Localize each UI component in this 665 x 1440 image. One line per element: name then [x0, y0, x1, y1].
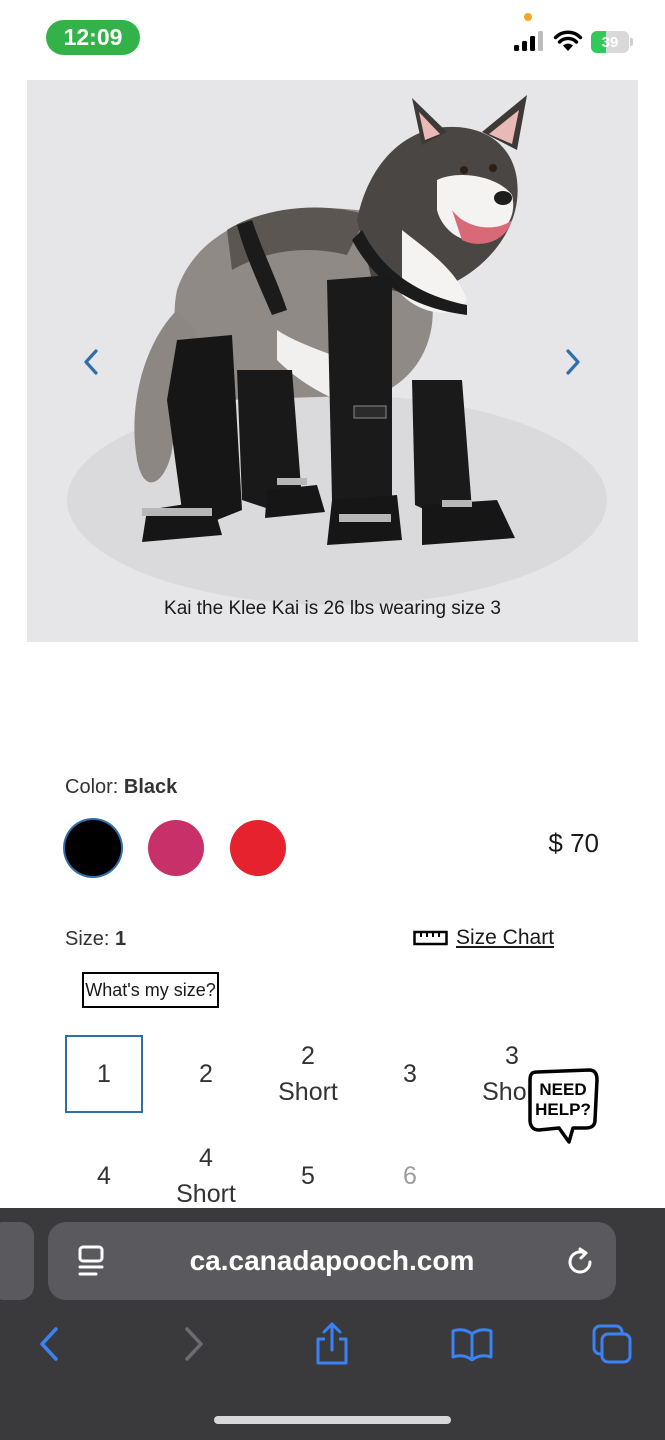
need-help-line2: HELP?	[535, 1100, 591, 1119]
forward-icon	[185, 1327, 203, 1361]
color-swatch-red[interactable]	[230, 820, 286, 876]
home-indicator	[214, 1416, 451, 1424]
color-swatch-pink[interactable]	[148, 820, 204, 876]
size-option-4[interactable]: 4	[65, 1137, 143, 1215]
size-option-number: 4	[199, 1143, 213, 1172]
product-image-gallery[interactable]: Kai the Klee Kai is 26 lbs wearing size …	[27, 80, 638, 642]
battery-indicator: 39	[591, 31, 633, 53]
battery-level: 39	[601, 33, 619, 51]
bookmarks-button[interactable]	[450, 1322, 494, 1366]
share-button[interactable]	[310, 1322, 354, 1366]
size-option-variant: Short	[176, 1180, 236, 1208]
selected-color-name: Black	[123, 776, 178, 798]
size-option-4-short[interactable]: 4 Short	[167, 1137, 245, 1215]
cellular-signal-icon	[514, 31, 543, 51]
color-swatch-black[interactable]	[65, 820, 121, 876]
size-option-text: 2	[199, 1059, 213, 1088]
size-option-variant: Short	[278, 1078, 338, 1106]
image-caption: Kai the Klee Kai is 26 lbs wearing size …	[164, 598, 501, 619]
size-label: Size: 1	[65, 928, 126, 951]
carousel-next-button[interactable]	[556, 345, 590, 379]
wifi-icon	[553, 30, 583, 51]
back-icon	[40, 1327, 58, 1361]
size-option-text: 3	[403, 1059, 417, 1088]
size-option-6[interactable]: 6	[371, 1137, 449, 1215]
size-option-text: 4	[97, 1161, 111, 1190]
tabs-icon	[592, 1324, 632, 1364]
chevron-left-icon	[84, 349, 98, 375]
product-photo-dog-leggings	[67, 95, 607, 605]
size-option-1[interactable]: 1	[65, 1035, 143, 1113]
size-option-number: 2	[301, 1041, 315, 1070]
speech-bubble-icon: NEED HELP?	[528, 1068, 599, 1144]
size-option-text: 6	[403, 1161, 417, 1190]
size-option-text: 1	[97, 1059, 111, 1088]
size-chart-link[interactable]: Size Chart	[413, 926, 554, 950]
recording-indicator-dot	[524, 13, 532, 21]
address-bar[interactable]: ca.canadapooch.com	[48, 1222, 616, 1300]
need-help-chat-button[interactable]: NEED HELP?	[527, 1068, 599, 1146]
color-label-prefix: Color:	[65, 776, 119, 798]
whats-my-size-button[interactable]: What's my size?	[82, 972, 219, 1008]
address-bar-url: ca.canadapooch.com	[189, 1245, 475, 1276]
need-help-line1: NEED	[539, 1080, 586, 1099]
size-option-2-short[interactable]: 2 Short	[269, 1035, 347, 1113]
size-label-prefix: Size:	[65, 928, 110, 950]
size-chart-label: Size Chart	[456, 926, 555, 949]
tabs-button[interactable]	[590, 1322, 634, 1366]
color-label: Color: Black	[65, 776, 177, 799]
bookmarks-icon	[451, 1328, 493, 1362]
chevron-right-icon	[566, 349, 580, 375]
previous-tab-peek[interactable]	[0, 1222, 34, 1300]
reload-icon[interactable]	[564, 1246, 596, 1278]
status-time: 12:09	[46, 20, 140, 55]
product-price: $ 70	[548, 828, 599, 858]
carousel-prev-button[interactable]	[74, 345, 108, 379]
size-option-2[interactable]: 2	[167, 1035, 245, 1113]
size-option-text: 5	[301, 1161, 315, 1190]
size-option-number: 3	[505, 1041, 519, 1070]
ruler-icon	[413, 930, 448, 946]
share-icon	[316, 1322, 348, 1365]
size-option-5[interactable]: 5	[269, 1137, 347, 1215]
status-bar: 12:09 39	[0, 0, 665, 72]
size-option-3[interactable]: 3	[371, 1035, 449, 1113]
selected-size-value: 1	[115, 928, 127, 950]
back-button[interactable]	[27, 1322, 71, 1366]
page-settings-icon[interactable]	[76, 1244, 106, 1278]
forward-button[interactable]	[172, 1322, 216, 1366]
